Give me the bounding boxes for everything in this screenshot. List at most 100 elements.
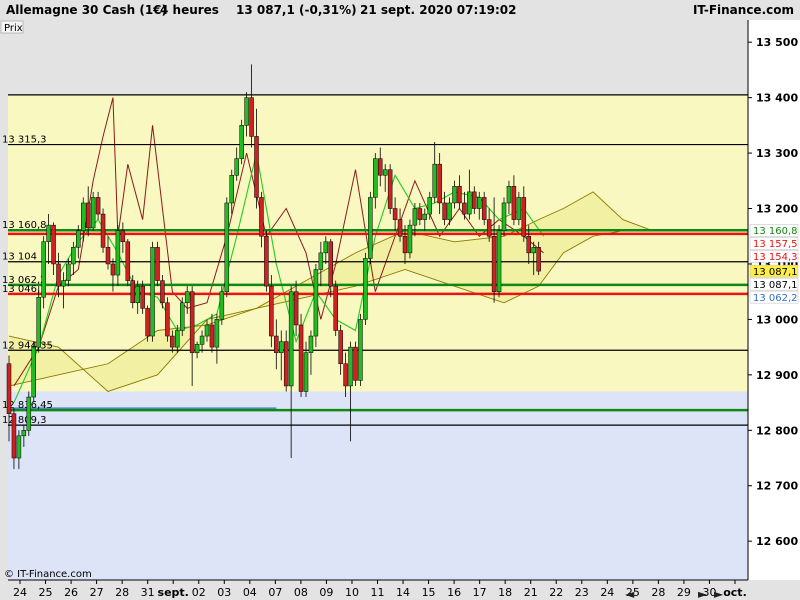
price-badge-label: 13 087,1: [753, 267, 798, 278]
candle-body: [477, 197, 482, 209]
candle-body: [90, 197, 96, 229]
candle-body: [511, 186, 517, 220]
candle-body: [279, 341, 284, 353]
x-tick-label: 04: [243, 586, 257, 599]
candle-body: [254, 136, 259, 198]
candle-body: [155, 247, 160, 281]
candle-body: [516, 197, 522, 220]
candle-body: [432, 163, 437, 198]
candle-body: [95, 197, 101, 215]
candle-body: [422, 213, 428, 220]
candle-body: [437, 163, 442, 204]
candle-body: [209, 324, 215, 348]
candle-body: [392, 208, 398, 220]
price-badge-label: 13 160,8: [753, 226, 798, 237]
x-tick-label: 23: [575, 586, 589, 599]
candle-body: [521, 197, 527, 237]
x-tick-label: 17: [473, 586, 487, 599]
candle-body: [170, 335, 175, 348]
candle-body: [110, 263, 116, 276]
x-tick-label: 26: [64, 586, 78, 599]
x-tick-label: 29: [677, 586, 691, 599]
y-tick-label: 13 500: [756, 36, 798, 49]
candle-body: [229, 174, 234, 204]
candle-body: [298, 324, 304, 392]
candle-body: [160, 280, 165, 304]
candle-body: [373, 158, 378, 198]
price-badge-label: 13 087,1: [753, 280, 798, 291]
candle-body: [467, 191, 472, 215]
candle-body: [130, 280, 135, 304]
x-tick-label: 28: [115, 586, 129, 599]
x-tick-label: 14: [396, 586, 410, 599]
candle-body: [526, 235, 531, 254]
candle-body: [100, 213, 106, 248]
candle-body: [481, 197, 487, 220]
candle-body: [358, 319, 363, 381]
candle-body: [427, 197, 432, 215]
x-tick-label: 02: [192, 586, 206, 599]
candle-body: [165, 302, 170, 337]
candle-body: [41, 241, 46, 298]
candle-body: [283, 341, 289, 387]
candle-body: [105, 247, 111, 265]
candle-body: [6, 363, 12, 414]
candle-body: [11, 413, 17, 459]
nav-left-arrow[interactable]: ◄: [625, 587, 635, 600]
candle-body: [264, 235, 269, 287]
candle-body: [194, 344, 200, 353]
candle-body: [417, 208, 423, 220]
candle-body: [402, 235, 408, 254]
candle-body: [81, 202, 86, 231]
candle-body: [491, 235, 497, 292]
level-label-7: 12 944,35: [2, 340, 53, 351]
y-tick-label: 12 800: [756, 424, 798, 437]
candle-body: [303, 352, 309, 392]
price-chart[interactable]: 13 315,3 13 160,8 13 104 13 062,2 13 046,1 12…: [0, 0, 800, 600]
x-tick-label: 09: [319, 586, 333, 599]
candle-body: [71, 247, 76, 265]
y-tick-label: 13 400: [756, 92, 798, 105]
candle-body: [31, 346, 36, 398]
x-tick-label: 31: [141, 586, 155, 599]
candle-body: [407, 224, 413, 254]
x-tick-label: 11: [371, 586, 385, 599]
candle-body: [51, 224, 56, 265]
candle-body: [348, 346, 353, 387]
candle-body: [140, 285, 145, 309]
candle-body: [274, 335, 279, 353]
candle-body: [204, 324, 210, 337]
candle-body: [457, 186, 462, 204]
x-tick-label: 15: [422, 586, 436, 599]
x-tick-label: 03: [217, 586, 231, 599]
candle-body: [378, 158, 383, 176]
candle-body: [338, 330, 343, 365]
candle-body: [536, 247, 541, 272]
candle-body: [249, 97, 254, 137]
x-tick-label: 28: [651, 586, 665, 599]
candle-body: [259, 197, 264, 237]
candle-body: [447, 202, 452, 220]
candle-body: [36, 296, 41, 348]
level-label-2: 13 160,8: [2, 220, 47, 231]
x-tick-label: 16: [447, 586, 461, 599]
candle-body: [125, 241, 131, 281]
candle-body: [333, 285, 338, 331]
level-label-4: 13 104: [2, 252, 37, 263]
candle-body: [135, 285, 140, 304]
candle-body: [269, 285, 274, 337]
copyright-text: © IT-Finance.com: [4, 569, 92, 580]
x-tick-label: 22: [549, 586, 563, 599]
candle-body: [244, 97, 249, 126]
candle-body: [184, 291, 190, 304]
candle-body: [85, 202, 91, 229]
nav-end-arrow[interactable]: ►: [714, 587, 724, 600]
candle-body: [506, 186, 512, 204]
candle-body: [368, 197, 373, 259]
candle-body: [343, 363, 348, 387]
nav-right-arrow[interactable]: ►: [698, 587, 708, 600]
candle-body: [61, 280, 66, 287]
candle-body: [353, 346, 358, 381]
price-badge-label: 13 157,5: [753, 239, 798, 250]
candle-body: [452, 186, 457, 204]
